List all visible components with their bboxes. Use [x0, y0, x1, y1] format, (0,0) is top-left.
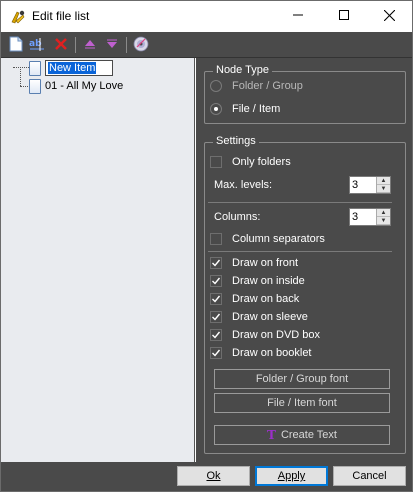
- settings-title: Settings: [213, 135, 259, 147]
- button-label: Apply: [277, 470, 306, 482]
- radio-label: File / Item: [232, 103, 281, 115]
- tree-item-all-my-love[interactable]: 01 - All My Love: [29, 78, 123, 94]
- disc-icon: [133, 36, 149, 55]
- app-icon: [10, 9, 26, 25]
- folder-group-font-button[interactable]: Folder / Group font: [214, 369, 390, 389]
- columns-value[interactable]: 3: [350, 209, 376, 225]
- new-item-button[interactable]: [7, 36, 25, 54]
- move-down-button[interactable]: [103, 36, 121, 54]
- window-title: Edit file list: [32, 9, 90, 23]
- max-levels-label: Max. levels:: [214, 179, 272, 191]
- apply-button[interactable]: Apply: [255, 466, 328, 486]
- checkbox-checked[interactable]: [210, 257, 222, 269]
- radio-button[interactable]: [210, 80, 222, 92]
- delete-icon: [54, 37, 68, 54]
- button-label: Ok: [206, 470, 221, 482]
- radio-label: Folder / Group: [232, 80, 303, 92]
- file-icon: [29, 60, 41, 76]
- toolbar-separator: [126, 37, 127, 53]
- tree-connector: [20, 67, 21, 86]
- columns-spinner[interactable]: 3 ▲ ▼: [349, 208, 391, 226]
- radio-folder-group[interactable]: Folder / Group: [210, 80, 303, 92]
- properties-panel: Node Type Folder / Group File / Item Set…: [196, 58, 412, 462]
- checkbox[interactable]: [210, 156, 222, 168]
- toolbar-separator: [75, 37, 76, 53]
- checkbox-checked[interactable]: [210, 329, 222, 341]
- title-bar[interactable]: Edit file list: [1, 1, 412, 32]
- rename-input-text: New Item: [48, 62, 97, 74]
- draw-on-booklet-checkbox[interactable]: Draw on booklet: [210, 347, 312, 359]
- spinner-buttons: ▲ ▼: [376, 209, 390, 225]
- file-tree[interactable]: New Item 01 - All My Love: [1, 58, 195, 462]
- tree-item-label: 01 - All My Love: [45, 80, 124, 92]
- checkbox-label: Column separators: [232, 233, 325, 245]
- file-item-font-button[interactable]: File / Item font: [214, 393, 390, 413]
- minimize-icon: [293, 10, 303, 23]
- divider: [208, 202, 392, 203]
- dialog-footer: Ok Apply Cancel: [1, 462, 412, 491]
- checkbox-label: Only folders: [232, 156, 291, 168]
- maximize-button[interactable]: [321, 1, 367, 32]
- maximize-icon: [339, 10, 349, 23]
- checkbox-label: Draw on back: [232, 293, 300, 305]
- checkbox-checked[interactable]: [210, 293, 222, 305]
- new-item-icon: [9, 36, 23, 55]
- file-icon: [29, 78, 41, 94]
- spinner-up-icon[interactable]: ▲: [377, 177, 390, 185]
- button-label: Create Text: [280, 429, 337, 441]
- draw-on-sleeve-checkbox[interactable]: Draw on sleeve: [210, 311, 308, 323]
- cancel-button[interactable]: Cancel: [333, 466, 406, 486]
- column-separators-checkbox[interactable]: Column separators: [210, 233, 325, 245]
- button-label: Folder / Group font: [255, 373, 349, 385]
- max-levels-text: Max. levels:: [214, 179, 273, 191]
- text-icon: T: [267, 428, 276, 442]
- move-down-icon: [106, 38, 118, 53]
- spinner-down-icon[interactable]: ▼: [377, 217, 390, 225]
- draw-on-inside-checkbox[interactable]: Draw on inside: [210, 275, 305, 287]
- spinner-buttons: ▲ ▼: [376, 177, 390, 193]
- columns-label: Columns:: [214, 211, 260, 223]
- button-label: File / Item font: [267, 397, 337, 409]
- checkbox-label: Draw on front: [232, 257, 299, 269]
- columns-text: Columns:: [214, 211, 261, 223]
- create-text-button[interactable]: T Create Text: [214, 425, 390, 445]
- rename-button[interactable]: ab: [28, 36, 46, 54]
- checkbox-checked[interactable]: [210, 275, 222, 287]
- move-up-icon: [84, 38, 96, 53]
- max-levels-spinner[interactable]: 3 ▲ ▼: [349, 176, 391, 194]
- only-folders-checkbox[interactable]: Only folders: [210, 156, 291, 168]
- draw-on-dvd-box-checkbox[interactable]: Draw on DVD box: [210, 329, 320, 341]
- node-type-title: Node Type: [213, 64, 273, 76]
- tree-item-new-item[interactable]: New Item: [29, 60, 114, 76]
- radio-button-selected[interactable]: [210, 103, 222, 115]
- ok-button[interactable]: Ok: [177, 466, 250, 486]
- divider: [208, 251, 392, 252]
- spinner-down-icon[interactable]: ▼: [377, 185, 390, 193]
- max-levels-value[interactable]: 3: [350, 177, 376, 193]
- close-icon: [383, 9, 395, 24]
- checkbox-label: Draw on booklet: [232, 347, 312, 359]
- radio-file-item[interactable]: File / Item: [210, 103, 280, 115]
- spinner-up-icon[interactable]: ▲: [377, 209, 390, 217]
- checkbox-checked[interactable]: [210, 347, 222, 359]
- node-type-group: Node Type: [204, 64, 406, 124]
- draw-on-back-checkbox[interactable]: Draw on back: [210, 293, 299, 305]
- disc-button[interactable]: [132, 36, 150, 54]
- checkbox-label: Draw on sleeve: [232, 311, 308, 323]
- rename-icon: ab: [28, 36, 46, 55]
- toolbar: ab: [1, 32, 412, 58]
- checkbox[interactable]: [210, 233, 222, 245]
- checkbox-label: Draw on inside: [232, 275, 305, 287]
- button-label: Cancel: [352, 470, 387, 482]
- rename-input[interactable]: New Item: [45, 60, 114, 76]
- checkbox-checked[interactable]: [210, 311, 222, 323]
- delete-button[interactable]: [52, 36, 70, 54]
- edit-file-list-window: Edit file list ab New Item 01 - All My L…: [0, 0, 413, 492]
- draw-on-front-checkbox[interactable]: Draw on front: [210, 257, 298, 269]
- close-button[interactable]: [366, 1, 412, 32]
- minimize-button[interactable]: [275, 1, 321, 32]
- checkbox-label: Draw on DVD box: [232, 329, 321, 341]
- move-up-button[interactable]: [81, 36, 99, 54]
